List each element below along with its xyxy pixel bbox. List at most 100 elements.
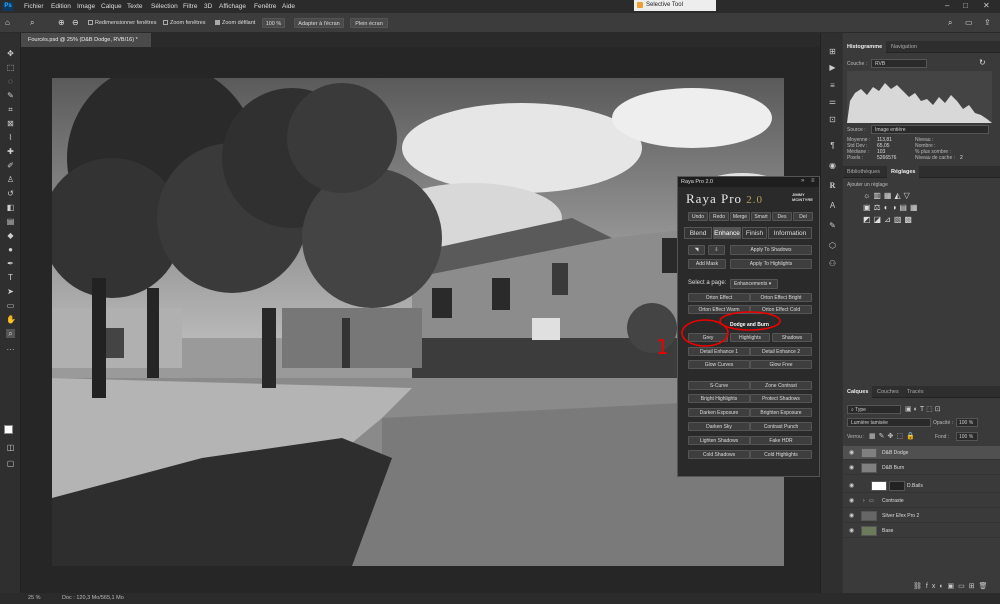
apply-to-shadows-button[interactable]: Apply To Shadows xyxy=(730,245,812,255)
darken-exposure-button[interactable]: Darken Exposure xyxy=(688,408,750,417)
share-icon[interactable]: ⇪ xyxy=(984,18,991,28)
orton-effect-bright-button[interactable]: Orton Effect Bright xyxy=(750,293,812,302)
eraser-tool-icon[interactable]: ◧ xyxy=(6,203,15,212)
bright-highlights-button[interactable]: Bright Highlights xyxy=(688,394,750,403)
tab-couches[interactable]: Couches xyxy=(873,386,903,398)
glow-free-button[interactable]: Glow Free xyxy=(750,360,812,369)
page-select[interactable]: Enhancements ▾ xyxy=(730,279,778,289)
refresh-icon[interactable]: ↻ xyxy=(979,58,986,67)
orton-effect-button[interactable]: Orton Effect xyxy=(688,293,750,302)
zone-contrast-button[interactable]: Zone Contrast xyxy=(750,381,812,390)
scrubby-zoom-checkbox[interactable]: Zoom défilant xyxy=(215,18,255,28)
move-tool-icon[interactable]: ✥ xyxy=(6,49,15,58)
redo-button[interactable]: Redo xyxy=(709,212,729,221)
home-icon[interactable]: ⌂ xyxy=(5,18,10,28)
layer-group-contraste[interactable]: ◉ › ▭ Contraste xyxy=(843,494,1000,508)
gradient-tool-icon[interactable]: ▤ xyxy=(6,217,15,226)
zoom-tool-active-icon[interactable]: ⌕ xyxy=(6,329,15,338)
adjustment-icons-row-1[interactable]: ☼▥▦◭▽ xyxy=(863,191,913,200)
eyedropper-tool-icon[interactable]: ⌇ xyxy=(6,133,15,142)
brighten-exposure-button[interactable]: Brighten Exposure xyxy=(750,408,812,417)
tab-information[interactable]: Information xyxy=(768,227,812,239)
des-button[interactable]: Des xyxy=(772,212,792,221)
fit-screen-button[interactable]: Adapter à l'écran xyxy=(294,18,344,28)
undo-button[interactable]: Undo xyxy=(688,212,708,221)
channel-select[interactable]: RVB xyxy=(871,59,927,68)
zoom-in-icon[interactable]: ⊕ xyxy=(58,18,65,28)
tab-reglages[interactable]: Réglages xyxy=(887,166,920,178)
del-button[interactable]: Del xyxy=(793,212,813,221)
blend-mode-select[interactable]: Lumière tamisée xyxy=(847,418,931,427)
path-select-tool-icon[interactable]: ➤ xyxy=(6,287,15,296)
adjustment-icons-row-2[interactable]: ▣⚖◐◑▤▦ xyxy=(863,203,921,212)
search-icon[interactable]: ⌕ xyxy=(948,18,952,28)
minimize-icon[interactable]: – xyxy=(945,1,949,10)
actions-panel-icon[interactable]: ▶ xyxy=(828,63,837,72)
smart-button[interactable]: Smart xyxy=(751,212,771,221)
type-tool-icon[interactable]: T xyxy=(6,273,15,282)
paragraph-icon[interactable]: ¶ xyxy=(828,141,837,150)
3d-icon[interactable]: ⬡ xyxy=(828,241,837,250)
screen-mode-icon[interactable]: ▢ xyxy=(6,459,15,468)
rectangle-tool-icon[interactable]: ▭ xyxy=(6,301,15,310)
menu-selection[interactable]: Sélection xyxy=(151,3,178,10)
document-photo[interactable] xyxy=(52,78,784,566)
artboard-tool-icon[interactable]: ⬚ xyxy=(6,63,15,72)
adjustment-icons-row-3[interactable]: ◩◪⊿▧▩ xyxy=(863,215,915,224)
lock-icons[interactable]: ▦✎✥⬚🔒 xyxy=(869,432,918,440)
more-tools-icon[interactable]: ··· xyxy=(6,345,15,354)
tab-calques[interactable]: Calques xyxy=(843,386,873,398)
tab-traces[interactable]: Tracés xyxy=(903,386,928,398)
brushes-icon[interactable]: ✎ xyxy=(828,221,837,230)
zoom-out-icon[interactable]: ⊖ xyxy=(72,18,79,28)
menu-fenetre[interactable]: Fenêtre xyxy=(254,3,276,10)
layer-bottom-icons[interactable]: ⛓fx◐▣▭⊞🗑 xyxy=(913,582,992,590)
grey-button[interactable]: Grey xyxy=(688,333,728,342)
quick-select-tool-icon[interactable]: ✎ xyxy=(6,91,15,100)
detail-enhance-1-button[interactable]: Detail Enhance 1 xyxy=(688,347,750,356)
tab-bibliotheques[interactable]: Bibliothèques xyxy=(843,166,884,178)
frame-tool-icon[interactable]: ⊠ xyxy=(6,119,15,128)
darken-sky-button[interactable]: Darken Sky xyxy=(688,422,750,431)
visibility-eye-icon[interactable]: ◉ xyxy=(849,494,854,508)
tab-histogramme[interactable]: Histogramme xyxy=(843,41,887,53)
download-icon-button[interactable]: ⇩ xyxy=(708,245,725,255)
visibility-eye-icon[interactable]: ◉ xyxy=(849,509,854,523)
menu-filtre[interactable]: Filtre xyxy=(183,3,197,10)
foreground-color-swatch[interactable] xyxy=(4,425,13,434)
healing-brush-tool-icon[interactable]: ✚ xyxy=(6,147,15,156)
crop-tool-icon[interactable]: ⌗ xyxy=(6,105,15,114)
chevron-right-icon[interactable]: › xyxy=(863,494,865,508)
tab-blend[interactable]: Blend xyxy=(684,227,712,239)
clone-source-icon[interactable]: ⚇ xyxy=(828,259,837,268)
blur-tool-icon[interactable]: ◆ xyxy=(6,231,15,240)
visibility-eye-icon[interactable]: ◉ xyxy=(849,479,854,493)
source-select[interactable]: Image entière xyxy=(871,125,989,134)
visibility-eye-icon[interactable]: ◉ xyxy=(849,446,854,460)
tab-navigation[interactable]: Navigation xyxy=(887,41,921,53)
close-icon[interactable]: ✕ xyxy=(983,1,990,10)
cold-highlights-button[interactable]: Cold Highlights xyxy=(750,450,812,459)
glow-curves-button[interactable]: Glow Curves xyxy=(688,360,750,369)
character-icon[interactable]: A xyxy=(828,201,837,210)
document-tab[interactable]: Fourcès.psd @ 25% (D&B Dodge, RVB/16) * xyxy=(21,33,151,47)
panel-menu-icon[interactable]: ≡ xyxy=(811,178,815,184)
add-mask-button[interactable]: Add Mask xyxy=(688,259,726,269)
brush-icon-button[interactable]: ◥ xyxy=(688,245,705,255)
history-panel-icon[interactable]: ⊞ xyxy=(828,47,837,56)
merge-button[interactable]: Merge xyxy=(730,212,750,221)
selective-tool-window[interactable]: Selective Tool xyxy=(634,0,716,11)
tab-enhance[interactable]: Enhance xyxy=(713,227,741,239)
apply-to-highlights-button[interactable]: Apply To Highlights xyxy=(730,259,812,269)
contrast-punch-button[interactable]: Contrast Punch xyxy=(750,422,812,431)
layer-row-base[interactable]: ◉ Base xyxy=(843,524,1000,538)
hand-tool-icon[interactable]: ✋ xyxy=(6,315,16,324)
shadows-button[interactable]: Shadows xyxy=(772,333,812,342)
info-icon[interactable]: ⊡ xyxy=(828,115,837,124)
resize-windows-checkbox[interactable]: Redimensionner fenêtres xyxy=(88,18,156,28)
layer-kind-filter[interactable]: ⌕ Type xyxy=(847,405,901,414)
menu-texte[interactable]: Texte xyxy=(127,3,143,10)
opacity-field[interactable]: 100 % xyxy=(956,418,978,427)
fill-field[interactable]: 100 % xyxy=(956,432,978,441)
orton-effect-warm-button[interactable]: Orton Effect Warm xyxy=(688,305,750,314)
